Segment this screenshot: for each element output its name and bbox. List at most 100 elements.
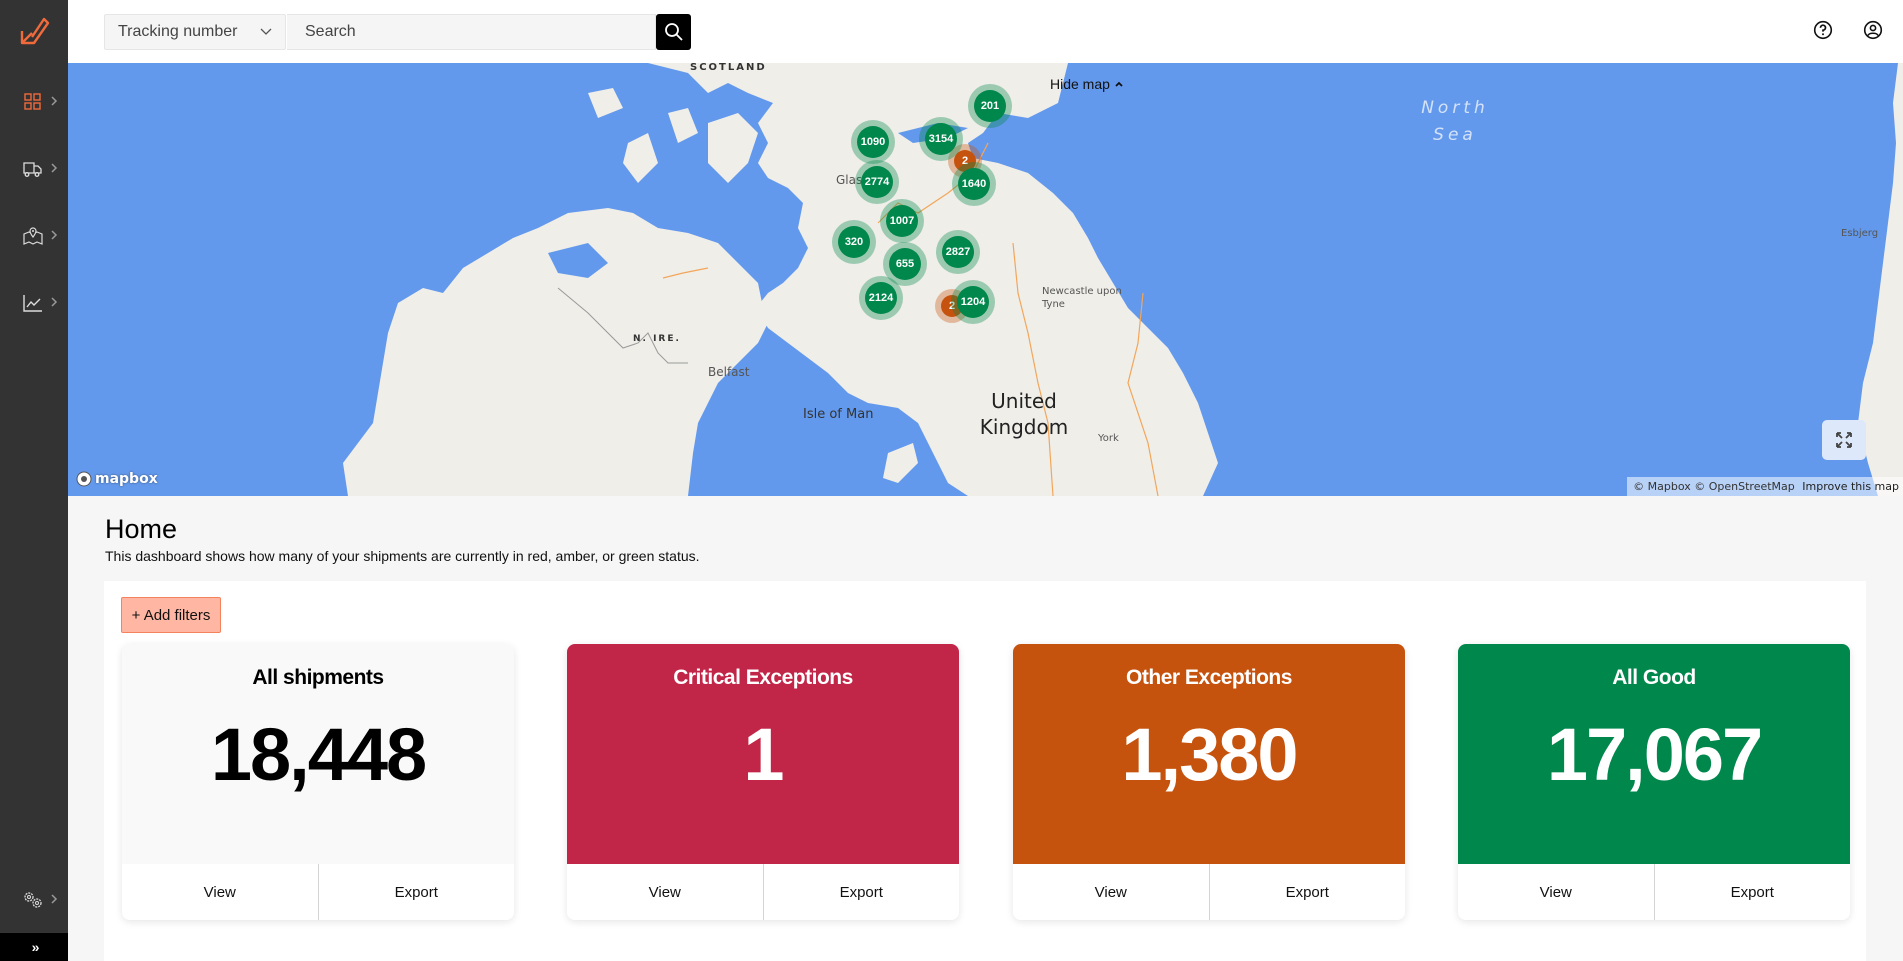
cluster-count: 1007 (886, 205, 918, 237)
sidebar-item-dashboard[interactable] (0, 82, 68, 122)
map-cluster-marker[interactable]: 2774 (855, 160, 899, 204)
card-other-exceptions: Other Exceptions 1,380 View Export (1013, 644, 1405, 920)
page-title: Home (105, 514, 178, 544)
chart-line-icon (23, 295, 42, 312)
chevron-up-icon (1115, 81, 1123, 87)
map-label-isle-of-man: Isle of Man (803, 407, 874, 422)
card-value: 17,067 (1546, 713, 1763, 796)
map-label-united-kingdom: United Kingdom (979, 389, 1069, 439)
card-body: Other Exceptions 1,380 (1013, 644, 1405, 864)
search-type-select[interactable]: Tracking number (104, 14, 286, 50)
card-actions: View Export (1458, 864, 1850, 920)
map-label-esbjerg: Esbjerg (1841, 228, 1879, 239)
export-button[interactable]: Export (1208, 864, 1405, 920)
map-pin-icon (23, 227, 43, 245)
cluster-count: 2124 (865, 282, 897, 314)
export-button[interactable]: Export (1653, 864, 1850, 920)
map-cluster-marker[interactable]: 201 (968, 84, 1012, 128)
card-value: 1 (743, 713, 784, 796)
help-icon[interactable] (1813, 20, 1833, 40)
sidebar-item-settings[interactable] (0, 880, 68, 920)
view-button[interactable]: View (1458, 864, 1654, 920)
map-cluster-marker[interactable]: 1007 (880, 199, 924, 243)
search-type-value: Tracking number (118, 23, 238, 40)
map-label-north-sea: North Sea (1421, 98, 1489, 145)
page-description: This dashboard shows how many of your sh… (105, 548, 700, 564)
checkmark-logo-icon[interactable] (18, 17, 52, 47)
grid-icon (24, 93, 41, 110)
card-actions: View Export (1013, 864, 1405, 920)
map-label-newcastle: Newcastle upon Tyne (1042, 286, 1122, 310)
map-cluster-marker[interactable]: 1090 (851, 120, 895, 164)
map-cluster-marker[interactable]: 3154 (919, 117, 963, 161)
cluster-count: 1640 (958, 168, 990, 200)
shipment-map[interactable]: SCOTLAND Glasgow N. IRE. Belfast Isle of… (68, 63, 1903, 496)
search-icon (664, 23, 683, 41)
sidebar: » (0, 0, 68, 961)
search-input[interactable] (287, 14, 656, 50)
card-title: All shipments (252, 666, 384, 689)
top-header: Tracking number (68, 0, 1903, 63)
view-button[interactable]: View (1013, 864, 1209, 920)
view-button[interactable]: View (122, 864, 318, 920)
truck-icon (23, 162, 42, 177)
card-body: All shipments 18,448 (122, 644, 514, 864)
double-chevron-icon: » (31, 939, 40, 955)
card-value: 18,448 (210, 713, 427, 796)
mapbox-logo[interactable]: mapbox (76, 471, 158, 487)
chevron-right-icon (51, 230, 58, 240)
map-cluster-marker[interactable]: 1204 (951, 280, 995, 324)
cluster-count: 201 (974, 90, 1006, 122)
cluster-count: 655 (889, 248, 921, 280)
map-cluster-marker[interactable]: 2827 (936, 230, 980, 274)
search-button[interactable] (656, 14, 691, 50)
main-content: Home This dashboard shows how many of yo… (68, 496, 1903, 961)
improve-map-link[interactable]: Improve this map (1802, 480, 1899, 493)
add-filters-button[interactable]: + Add filters (121, 597, 221, 633)
chevron-down-icon (260, 28, 272, 35)
map-cluster-marker[interactable]: 1640 (952, 162, 996, 206)
card-actions: View Export (567, 864, 959, 920)
card-title: All Good (1612, 666, 1696, 689)
chevron-right-icon (51, 96, 58, 106)
sidebar-item-analytics[interactable] (0, 283, 68, 323)
map-label-scotland: SCOTLAND (690, 63, 767, 73)
user-icon[interactable] (1863, 20, 1883, 40)
export-button[interactable]: Export (317, 864, 514, 920)
map-attribution: © Mapbox © OpenStreetMap Improve this ma… (1627, 477, 1903, 496)
export-button[interactable]: Export (762, 864, 959, 920)
mapbox-icon (76, 471, 92, 487)
cluster-count: 2774 (861, 166, 893, 198)
gears-icon (24, 892, 42, 908)
sidebar-item-map[interactable] (0, 216, 68, 256)
dashboard-panel: + Add filters All shipments 18,448 View … (104, 581, 1866, 961)
chevron-right-icon (51, 163, 58, 173)
cluster-count: 1204 (957, 286, 989, 318)
card-title: Critical Exceptions (673, 666, 853, 689)
sidebar-item-shipments[interactable] (0, 149, 68, 189)
mapbox-label: mapbox (95, 471, 158, 487)
cluster-count: 320 (838, 226, 870, 258)
card-title: Other Exceptions (1126, 666, 1292, 689)
cluster-count: 1090 (857, 126, 889, 158)
map-label-nire: N. IRE. (633, 334, 681, 344)
map-label-york: York (1098, 433, 1119, 444)
card-value: 1,380 (1121, 713, 1298, 796)
card-actions: View Export (122, 864, 514, 920)
card-body: All Good 17,067 (1458, 644, 1850, 864)
attribution-text[interactable]: © Mapbox © OpenStreetMap (1633, 480, 1795, 493)
expand-icon (1836, 432, 1852, 448)
map-label-belfast: Belfast (708, 365, 750, 379)
hide-map-button[interactable]: Hide map (1050, 76, 1124, 92)
chevron-right-icon (51, 297, 58, 307)
cluster-count: 2827 (942, 236, 974, 268)
map-cluster-marker[interactable]: 2124 (859, 276, 903, 320)
fullscreen-button[interactable] (1822, 420, 1866, 460)
view-button[interactable]: View (567, 864, 763, 920)
hide-map-label: Hide map (1050, 76, 1110, 92)
card-all-good: All Good 17,067 View Export (1458, 644, 1850, 920)
map-cluster-marker[interactable]: 320 (832, 220, 876, 264)
expand-sidebar-button[interactable]: » (0, 933, 68, 961)
card-all-shipments: All shipments 18,448 View Export (122, 644, 514, 920)
card-critical-exceptions: Critical Exceptions 1 View Export (567, 644, 959, 920)
